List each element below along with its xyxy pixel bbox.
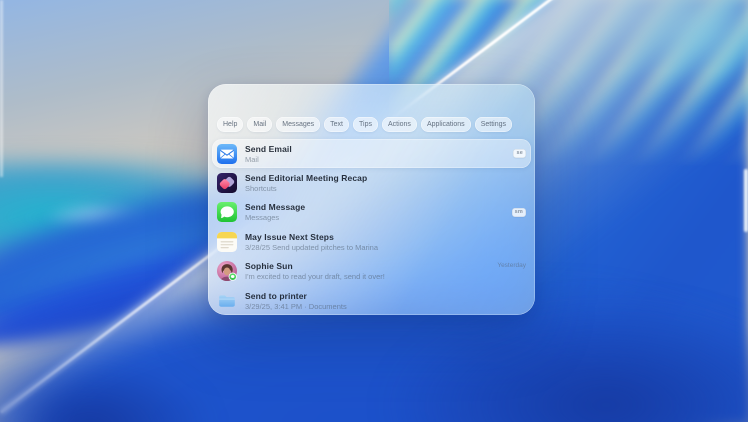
desktop: Help Mail Messages Text Tips Actions App… (0, 0, 748, 422)
result-title: May Issue Next Steps (245, 232, 378, 242)
result-row-may-issue-note[interactable]: May Issue Next Steps 3/28/25 Send update… (212, 227, 531, 256)
filter-bar: Help Mail Messages Text Tips Actions App… (217, 117, 531, 132)
result-row-send-message[interactable]: Send Message Messages sm (212, 198, 531, 227)
folder-icon (217, 291, 237, 311)
filter-pill-help[interactable]: Help (217, 117, 243, 132)
spotlight-panel: Help Mail Messages Text Tips Actions App… (208, 84, 535, 315)
result-title: Send Email (245, 144, 292, 154)
result-row-sophie-sun[interactable]: Sophie Sun I'm excited to read your draf… (212, 257, 531, 286)
result-subtitle: 3/29/25, 3:41 PM · Documents (245, 302, 347, 311)
result-texts: Send Editorial Meeting Recap Shortcuts (245, 173, 367, 193)
search-input[interactable] (208, 84, 535, 116)
result-texts: May Issue Next Steps 3/28/25 Send update… (245, 232, 378, 252)
result-title: Send Editorial Meeting Recap (245, 173, 367, 183)
wallpaper-edge-glint (744, 169, 748, 232)
result-subtitle: Shortcuts (245, 184, 367, 193)
contact-avatar (217, 261, 237, 281)
result-texts: Send Email Mail (245, 144, 292, 164)
result-texts: Send Message Messages (245, 202, 305, 222)
result-texts: Send to printer 3/29/25, 3:41 PM · Docum… (245, 291, 347, 311)
notes-app-icon (217, 232, 237, 252)
filter-pill-text[interactable]: Text (324, 117, 349, 132)
results-list: Send Email Mail se (212, 139, 531, 315)
quick-key-badge: se (513, 149, 526, 159)
quick-key-badge: sm (512, 208, 526, 218)
result-row-send-email[interactable]: Send Email Mail se (212, 139, 531, 168)
result-title: Send to printer (245, 291, 347, 301)
result-subtitle: 3/28/25 Send updated pitches to Marina (245, 243, 378, 252)
result-subtitle: I'm excited to read your draft, send it … (245, 272, 385, 281)
filter-pill-messages[interactable]: Messages (276, 117, 320, 132)
filter-pill-applications[interactable]: Applications (421, 117, 471, 132)
result-title: Send Message (245, 202, 305, 212)
shortcuts-app-icon (217, 173, 237, 193)
filter-pill-actions[interactable]: Actions (382, 117, 417, 132)
result-texts: Sophie Sun I'm excited to read your draf… (245, 261, 385, 281)
result-timestamp: Yesterday (497, 262, 526, 269)
result-row-send-to-printer[interactable]: Send to printer 3/29/25, 3:41 PM · Docum… (212, 286, 531, 315)
messages-app-icon (217, 202, 237, 222)
filter-pill-settings[interactable]: Settings (475, 117, 512, 132)
result-title: Sophie Sun (245, 261, 385, 271)
wallpaper-edge-glint-left (0, 0, 3, 177)
result-subtitle: Mail (245, 155, 292, 164)
filter-pill-mail[interactable]: Mail (247, 117, 272, 132)
result-subtitle: Messages (245, 213, 305, 222)
wallpaper-navy-shadow (389, 304, 748, 422)
wallpaper-navy-shadow-left (0, 363, 209, 422)
filter-pill-tips[interactable]: Tips (353, 117, 378, 132)
mail-app-icon (217, 144, 237, 164)
result-row-send-editorial-recap[interactable]: Send Editorial Meeting Recap Shortcuts (212, 168, 531, 197)
